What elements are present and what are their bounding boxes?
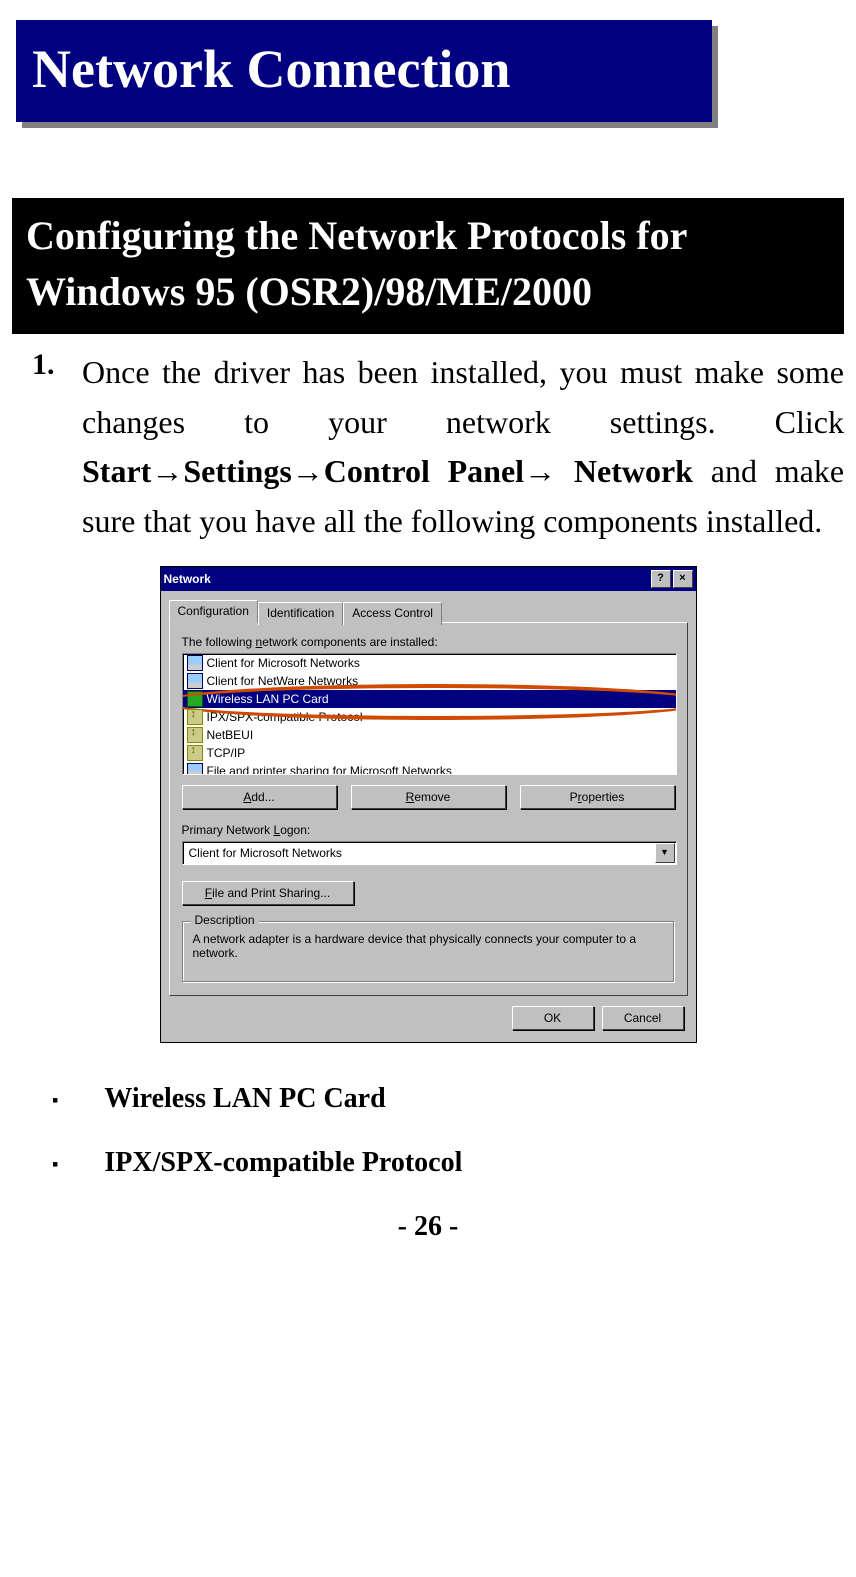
list-item: NetBEUI — [183, 726, 676, 744]
logon-label: Primary Network Logon: — [182, 823, 675, 837]
cancel-button[interactable]: Cancel — [602, 1006, 684, 1030]
service-icon — [187, 763, 203, 775]
add-button[interactable]: Add... — [182, 785, 337, 809]
file-print-sharing-button[interactable]: File and Print Sharing... — [182, 881, 354, 905]
description-text: A network adapter is a hardware device t… — [193, 932, 664, 972]
adapter-icon — [187, 691, 203, 707]
nav-start: Start — [82, 453, 151, 489]
step-number: 1. — [32, 348, 55, 382]
network-dialog: Network ? × Configuration Identification… — [160, 566, 697, 1043]
bullet-text: Wireless LAN PC Card — [104, 1083, 385, 1115]
tab-row: Configuration Identification Access Cont… — [169, 599, 688, 622]
list-item: Client for Microsoft Networks — [183, 654, 676, 672]
help-button[interactable]: ? — [651, 570, 671, 588]
properties-button[interactable]: Properties — [520, 785, 675, 809]
bullet-item: ▪ IPX/SPX-compatible Protocol — [52, 1147, 844, 1181]
step-body: Once the driver has been installed, you … — [12, 348, 844, 546]
protocol-icon — [187, 727, 203, 743]
nav-network: Network — [574, 453, 693, 489]
remove-button[interactable]: Remove — [351, 785, 506, 809]
client-icon — [187, 673, 203, 689]
description-label: Description — [191, 913, 259, 927]
components-listbox[interactable]: Client for Microsoft Networks Client for… — [182, 653, 677, 775]
page-title-text: Network Connection — [32, 39, 510, 99]
protocol-icon — [187, 709, 203, 725]
arrow-icon: → — [524, 453, 556, 489]
bullet-list: ▪ Wireless LAN PC Card ▪ IPX/SPX-compati… — [12, 1083, 844, 1181]
arrow-icon: → — [151, 453, 183, 489]
bullet-text: IPX/SPX-compatible Protocol — [104, 1147, 462, 1179]
dialog-titlebar: Network ? × — [161, 567, 696, 591]
tab-identification[interactable]: Identification — [258, 602, 343, 625]
description-group: Description A network adapter is a hardw… — [182, 921, 675, 983]
list-item: Client for NetWare Networks — [183, 672, 676, 690]
page-title-banner: Network Connection — [16, 20, 712, 122]
list-item: TCP/IP — [183, 744, 676, 762]
list-item: File and printer sharing for Microsoft N… — [183, 762, 676, 775]
primary-logon-combo[interactable]: Client for Microsoft Networks ▼ — [182, 841, 677, 865]
section-heading: Configuring the Network Protocols for Wi… — [12, 198, 844, 334]
page-number: - 26 - — [12, 1211, 844, 1243]
step-text-a: Once the driver has been installed, you … — [82, 354, 844, 440]
close-button[interactable]: × — [673, 570, 693, 588]
components-label: The following network components are ins… — [182, 635, 675, 649]
nav-control-panel: Control Panel — [324, 453, 524, 489]
arrow-icon: → — [292, 453, 324, 489]
tab-configuration[interactable]: Configuration — [169, 600, 258, 623]
nav-settings: Settings — [183, 453, 291, 489]
bullet-icon: ▪ — [52, 1083, 58, 1117]
bullet-item: ▪ Wireless LAN PC Card — [52, 1083, 844, 1117]
tab-pane: The following network components are ins… — [169, 622, 688, 996]
section-heading-text: Configuring the Network Protocols for Wi… — [26, 213, 687, 314]
combo-value: Client for Microsoft Networks — [183, 846, 655, 860]
list-item: IPX/SPX-compatible Protocol — [183, 708, 676, 726]
chevron-down-icon[interactable]: ▼ — [655, 843, 675, 863]
ok-button[interactable]: OK — [512, 1006, 594, 1030]
tab-access-control[interactable]: Access Control — [343, 602, 442, 625]
client-icon — [187, 655, 203, 671]
dialog-title: Network — [164, 572, 211, 586]
protocol-icon — [187, 745, 203, 761]
bullet-icon: ▪ — [52, 1147, 58, 1181]
list-item: Wireless LAN PC Card — [183, 690, 676, 708]
